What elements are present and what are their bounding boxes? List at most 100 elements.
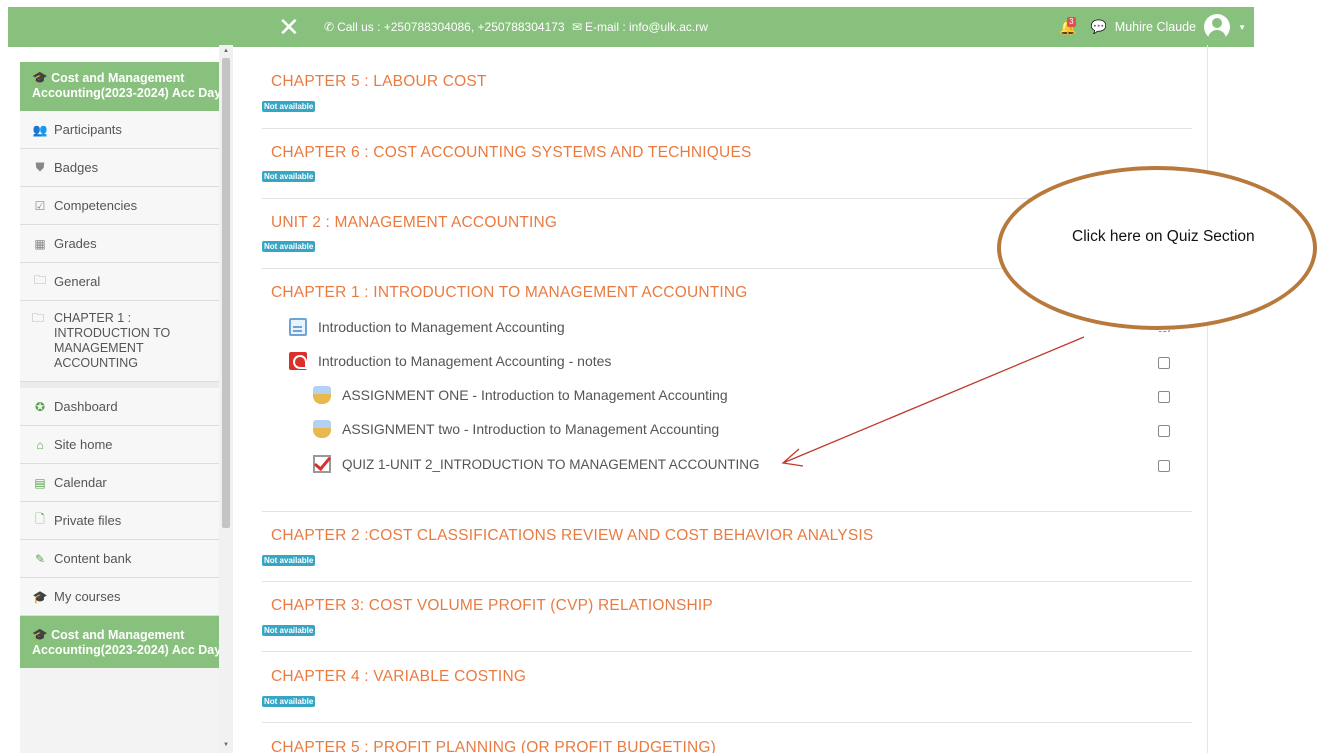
home-icon: ⌂ — [36, 437, 44, 452]
sidebar-item-label: CHAPTER 1 : INTRODUCTION TO MANAGEMENT A… — [54, 311, 171, 370]
scroll-up-icon[interactable]: ▲ — [223, 48, 229, 54]
not-available-badge: Not available — [262, 101, 316, 112]
section-title[interactable]: CHAPTER 4 : VARIABLE COSTING — [271, 668, 526, 686]
assignment-icon — [313, 420, 331, 438]
sidebar-item-label: Participants — [54, 122, 122, 137]
activity-name: ASSIGNMENT ONE - Introduction to Managem… — [342, 387, 728, 403]
section-title[interactable]: CHAPTER 5 : PROFIT PLANNING (OR PROFIT B… — [271, 739, 716, 753]
activity-assignment[interactable]: ASSIGNMENT ONE - Introduction to Managem… — [313, 386, 728, 404]
brush-icon: ✎ — [34, 551, 46, 566]
activity-assignment[interactable]: ASSIGNMENT two - Introduction to Managem… — [313, 420, 719, 438]
avatar[interactable] — [1204, 14, 1231, 40]
sidebar-item-label: General — [54, 274, 101, 289]
activity-quiz[interactable]: QUIZ 1-UNIT 2_INTRODUCTION TO MANAGEMENT… — [313, 455, 760, 473]
sidebar-item-label: Calendar — [54, 475, 107, 490]
course-section: CHAPTER 2 :COST CLASSIFICATIONS REVIEW A… — [262, 512, 1192, 582]
section-title[interactable]: UNIT 2 : MANAGEMENT ACCOUNTING — [271, 214, 557, 232]
section-title[interactable]: CHAPTER 6 : COST ACCOUNTING SYSTEMS AND … — [271, 144, 752, 162]
users-icon: 👥 — [32, 122, 48, 137]
contact-info: ✆ Call us : +250788304086, +250788304173 … — [324, 20, 708, 34]
quiz-icon — [313, 455, 331, 473]
envelope-icon: ✉ — [571, 20, 583, 34]
section-title[interactable]: CHAPTER 1 : INTRODUCTION TO MANAGEMENT A… — [271, 284, 748, 302]
not-available-badge: Not available — [262, 696, 316, 707]
sidebar-course-link-active[interactable]: 🎓 Cost and Management Accounting(2023-20… — [20, 616, 232, 668]
checkbox-icon: ☑ — [34, 198, 46, 213]
activity-name: Introduction to Management Accounting - … — [318, 353, 612, 369]
chat-icon[interactable]: 💬 — [1091, 19, 1107, 35]
completion-checkbox[interactable] — [1158, 460, 1170, 472]
activity-page[interactable]: Introduction to Management Accounting — [289, 318, 565, 336]
completion-checkbox[interactable] — [1158, 357, 1170, 369]
sidebar-item-general[interactable]: 🗀 General — [20, 263, 232, 301]
graduation-cap-icon: 🎓 — [32, 628, 48, 642]
notification-bell-icon[interactable]: 🔔 3 — [1059, 16, 1077, 36]
activity-name: ASSIGNMENT two - Introduction to Managem… — [342, 421, 720, 437]
top-navbar: ✕ ✆ Call us : +250788304086, +25078830417… — [8, 7, 1254, 47]
shield-icon: ⛊ — [35, 160, 45, 174]
sidebar-item-dashboard[interactable]: ✪ Dashboard — [20, 388, 232, 426]
user-menu: 🔔 3 💬 Muhire Claude ▼ — [1059, 13, 1246, 41]
close-icon[interactable]: ✕ — [278, 14, 300, 40]
chevron-down-icon[interactable]: ▼ — [1238, 23, 1246, 32]
file-icon: 🗋 — [35, 512, 45, 526]
sidebar-item-competencies[interactable]: ☑ Competencies — [20, 187, 232, 225]
dashboard-icon: ✪ — [34, 399, 46, 414]
sidebar-item-label: Site home — [54, 437, 113, 452]
not-available-badge: Not available — [262, 171, 316, 182]
graduation-cap-icon: 🎓 — [32, 71, 48, 85]
notification-count: 3 — [1067, 16, 1076, 27]
sidebar-item-label: My courses — [54, 589, 121, 604]
annotation-text: Click here on Quiz Section — [1072, 228, 1255, 245]
table-icon: ▦ — [34, 236, 46, 251]
course-section: CHAPTER 4 : VARIABLE COSTING Not availab… — [262, 652, 1192, 723]
sidebar-item-badges[interactable]: ⛊ Badges — [20, 149, 232, 187]
contact-phone: Call us : +250788304086, +250788304173 — [337, 20, 565, 34]
sidebar-item-chapter-1[interactable]: 🗀 CHAPTER 1 : INTRODUCTION TO MANAGEMENT … — [20, 301, 232, 382]
sidebar-item-participants[interactable]: 👥 Participants — [20, 111, 232, 149]
not-available-badge: Not available — [262, 625, 316, 636]
completion-checkbox[interactable] — [1158, 391, 1170, 403]
assignment-icon — [313, 386, 331, 404]
scroll-down-icon[interactable]: ▼ — [223, 742, 229, 748]
content-right-border — [1207, 45, 1208, 753]
sidebar-course-title: Cost and Management Accounting(2023-2024… — [32, 628, 222, 657]
graduation-cap-icon: 🎓 — [32, 589, 48, 604]
sidebar-item-label: Content bank — [54, 551, 132, 566]
not-available-badge: Not available — [262, 555, 316, 566]
activity-name: QUIZ 1-UNIT 2_INTRODUCTION TO MANAGEMENT… — [342, 456, 760, 472]
activity-pdf[interactable]: Introduction to Management Accounting - … — [289, 352, 611, 370]
folder-icon: 🗀 — [32, 311, 45, 325]
section-title[interactable]: CHAPTER 5 : LABOUR COST — [271, 73, 487, 91]
activity-name: Introduction to Management Accounting — [318, 319, 565, 335]
sidebar-item-calendar[interactable]: ▤ Calendar — [20, 464, 232, 502]
sidebar: 🎓 Cost and Management Accounting(2023-20… — [20, 62, 232, 753]
calendar-icon: ▤ — [34, 475, 46, 490]
sidebar-course-link[interactable]: 🎓 Cost and Management Accounting(2023-20… — [20, 62, 232, 111]
page-icon — [289, 318, 307, 336]
section-title[interactable]: CHAPTER 3: COST VOLUME PROFIT (CVP) RELA… — [271, 597, 713, 615]
course-section: CHAPTER 5 : PROFIT PLANNING (OR PROFIT B… — [262, 723, 1192, 753]
sidebar-item-label: Dashboard — [54, 399, 118, 414]
sidebar-item-label: Competencies — [54, 198, 138, 213]
sidebar-item-label: Grades — [54, 236, 97, 251]
sidebar-item-content-bank[interactable]: ✎ Content bank — [20, 540, 232, 578]
folder-icon: 🗀 — [33, 273, 46, 287]
contact-email[interactable]: E-mail : info@ulk.ac.rw — [585, 20, 708, 34]
course-section: CHAPTER 5 : LABOUR COST Not available — [262, 57, 1192, 129]
user-name[interactable]: Muhire Claude — [1115, 20, 1196, 34]
sidebar-item-label: Private files — [54, 513, 122, 528]
sidebar-item-site-home[interactable]: ⌂ Site home — [20, 426, 232, 464]
sidebar-item-private-files[interactable]: 🗋 Private files — [20, 502, 232, 540]
sidebar-item-my-courses[interactable]: 🎓 My courses — [20, 578, 232, 616]
sidebar-item-grades[interactable]: ▦ Grades — [20, 225, 232, 263]
section-title[interactable]: CHAPTER 2 :COST CLASSIFICATIONS REVIEW A… — [271, 527, 873, 545]
sidebar-scrollbar-thumb[interactable] — [222, 58, 230, 528]
completion-checkbox[interactable] — [1158, 425, 1170, 437]
not-available-badge: Not available — [262, 241, 316, 252]
phone-icon: ✆ — [324, 20, 335, 34]
sidebar-item-label: Badges — [54, 160, 99, 175]
pdf-icon — [289, 352, 307, 370]
sidebar-course-title: Cost and Management Accounting(2023-2024… — [32, 71, 222, 100]
course-section: CHAPTER 3: COST VOLUME PROFIT (CVP) RELA… — [262, 582, 1192, 652]
